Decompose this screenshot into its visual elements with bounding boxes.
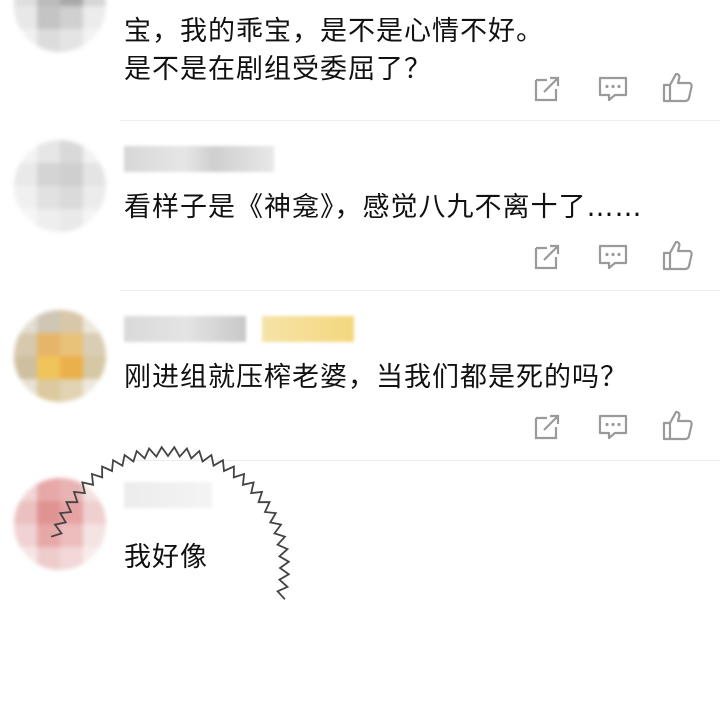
- username-placeholder[interactable]: [124, 316, 246, 342]
- user-badge-placeholder: [262, 316, 354, 342]
- comment-text: 刚进组就压榨老婆，当我们都是死的吗？: [124, 362, 628, 393]
- comment-item: 看样子是《神龛》，感觉八九不离十了……: [0, 124, 720, 291]
- thumbs-up-icon[interactable]: [660, 70, 696, 106]
- share-icon[interactable]: [530, 238, 566, 274]
- comment-text: 是不是在剧组受委屈了？: [124, 54, 432, 85]
- avatar[interactable]: [14, 310, 106, 402]
- comment-icon[interactable]: [595, 70, 631, 106]
- avatar[interactable]: [14, 140, 106, 232]
- comment-actions: [530, 70, 720, 110]
- share-icon[interactable]: [530, 70, 566, 106]
- divider: [120, 120, 720, 121]
- speech-bubble-outline: [40, 438, 291, 698]
- comment-text: 宝，我的乖宝，是不是心情不好。: [124, 16, 544, 47]
- divider: [120, 290, 720, 291]
- comment-actions: [530, 238, 720, 278]
- thumbs-up-icon[interactable]: [660, 238, 696, 274]
- avatar[interactable]: [14, 0, 106, 52]
- speech-bubble-edge: [50, 445, 291, 600]
- comment-item: 刚进组就压榨老婆，当我们都是死的吗？: [0, 292, 720, 461]
- comment-icon[interactable]: [595, 238, 631, 274]
- username-placeholder[interactable]: [124, 146, 274, 172]
- comment-item: 宝，我的乖宝，是不是心情不好。 是不是在剧组受委屈了？: [0, 0, 720, 121]
- share-icon[interactable]: [530, 408, 566, 444]
- comment-actions: [530, 408, 720, 448]
- comment-icon[interactable]: [595, 408, 631, 444]
- comment-text: 看样子是《神龛》，感觉八九不离十了……: [124, 192, 643, 223]
- thumbs-up-icon[interactable]: [660, 408, 696, 444]
